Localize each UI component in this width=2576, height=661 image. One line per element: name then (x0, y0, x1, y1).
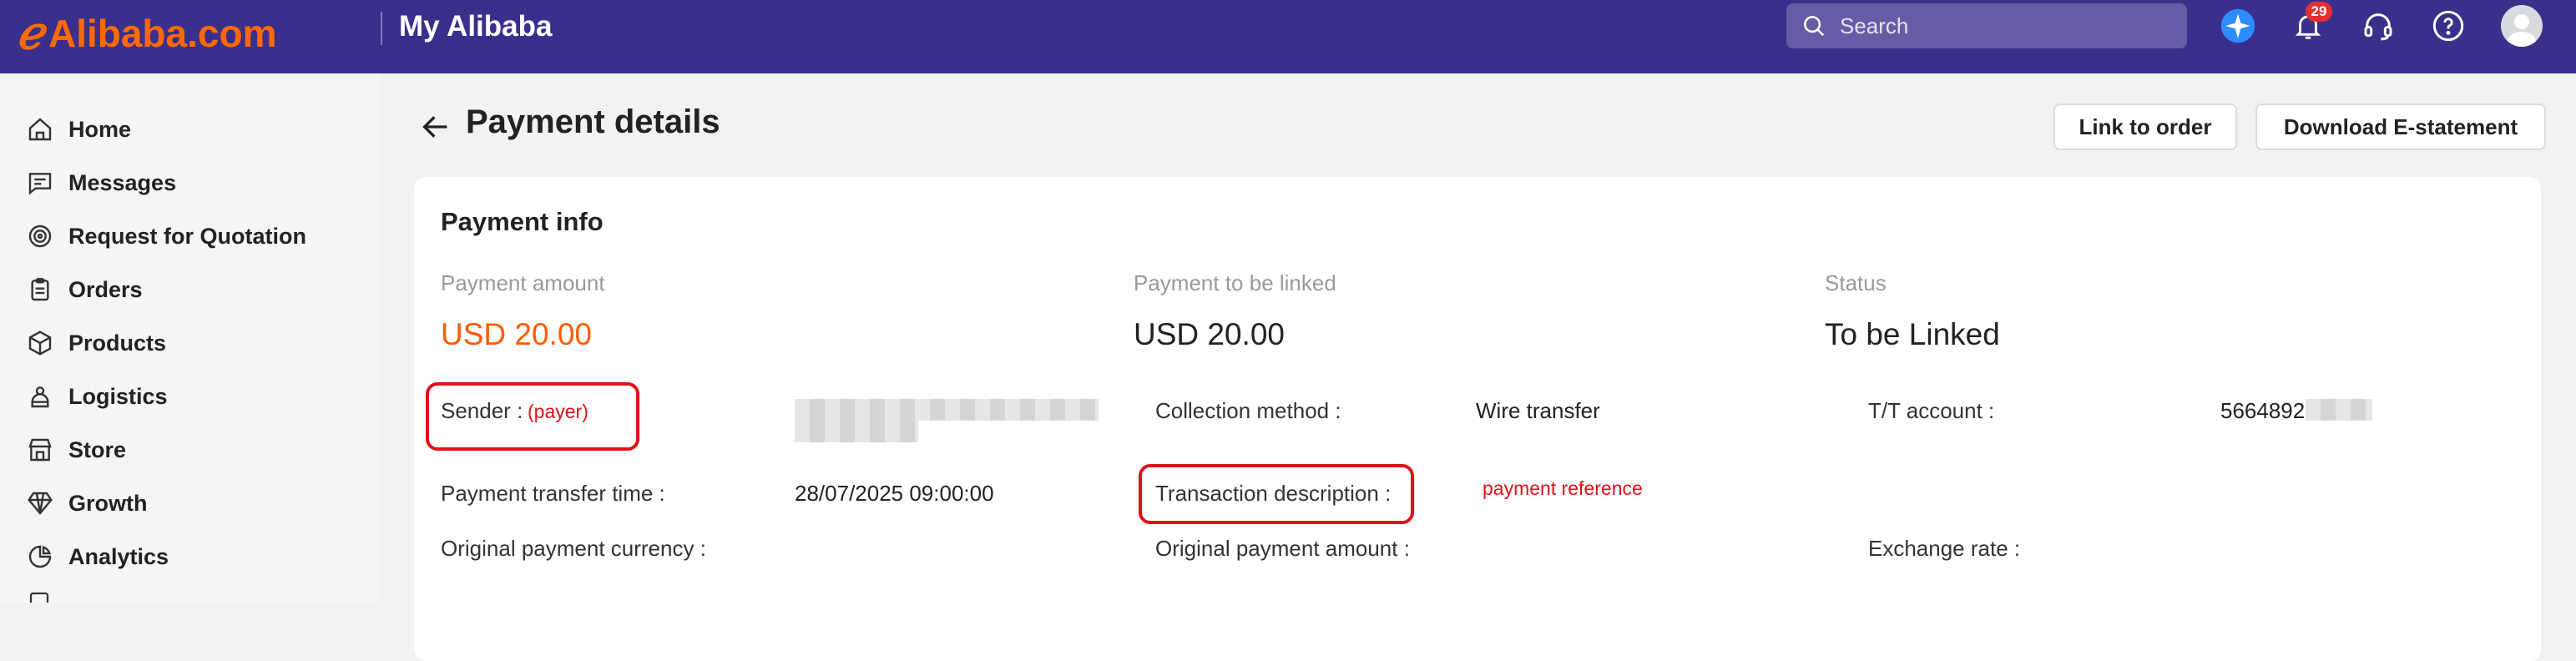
sidebar-item-label: Messages (68, 169, 177, 195)
diamond-icon (28, 492, 53, 515)
sidebar-item-label: Orders (68, 276, 143, 302)
sidebar-item-store[interactable]: Store (27, 431, 126, 468)
sender-annotation: (payer) (528, 401, 588, 422)
sidebar-item-label: Products (68, 330, 167, 356)
app-title[interactable]: My Alibaba (399, 10, 552, 43)
transfer-time-value: 28/07/2025 09:00:00 (795, 481, 994, 506)
transaction-description-label: Transaction description : (1155, 481, 1392, 506)
avatar[interactable] (2501, 5, 2543, 47)
ai-assistant-icon[interactable] (2217, 5, 2259, 47)
collection-method-label: Collection method : (1155, 398, 1341, 423)
payment-info-card: Payment info Payment amount Payment to b… (414, 177, 2541, 661)
sidebar: Home Messages Request for Quotation Orde… (0, 73, 379, 603)
messages-icon (28, 173, 52, 195)
top-navigation-bar: ℯ Alibaba.com My Alibaba 29 (0, 0, 2576, 73)
sidebar-item-home[interactable]: Home (27, 111, 131, 148)
header-divider (381, 12, 382, 45)
back-arrow-icon[interactable] (419, 110, 452, 144)
sidebar-item-logistics[interactable]: Logistics (27, 378, 168, 415)
card-title: Payment info (441, 207, 604, 236)
tt-account-label: T/T account : (1868, 398, 1995, 423)
sender-value-redacted (795, 399, 1099, 421)
sidebar-item-label: Analytics (68, 543, 169, 569)
notification-count-badge: 29 (2306, 2, 2332, 22)
help-icon[interactable] (2427, 5, 2469, 47)
link-to-order-button[interactable]: Link to order (2053, 103, 2237, 150)
sidebar-item-label: Home (68, 116, 132, 142)
status-value: To be Linked (1825, 317, 2000, 351)
alibaba-logo-mark: ℯ (17, 8, 43, 58)
sidebar-item-products[interactable]: Products (27, 325, 166, 361)
alibaba-logo[interactable]: ℯ Alibaba.com (17, 7, 276, 59)
bell-icon[interactable]: 29 (2287, 2, 2332, 47)
tt-account-redacted (2306, 399, 2372, 421)
logistics-icon (31, 386, 49, 408)
sidebar-item-label: Growth (68, 490, 148, 516)
search-box[interactable] (1786, 3, 2187, 48)
sidebar-item-rfq[interactable]: Request for Quotation (27, 218, 306, 255)
home-icon (28, 118, 52, 141)
sender-label: Sender : (441, 398, 523, 423)
user-avatar-icon (2508, 14, 2536, 47)
sidebar-item-growth[interactable]: Growth (27, 485, 148, 522)
headset-icon[interactable] (2357, 5, 2399, 47)
download-e-statement-button[interactable]: Download E-statement (2255, 103, 2546, 150)
sidebar-item-orders[interactable]: Orders (27, 271, 143, 308)
target-icon (28, 225, 52, 248)
original-amount-label: Original payment amount : (1155, 536, 1410, 561)
sidebar-item-label: Request for Quotation (68, 223, 306, 249)
partial-icon (29, 592, 49, 603)
exchange-rate-label: Exchange rate : (1868, 536, 2021, 561)
payment-to-link-value: USD 20.00 (1134, 317, 1285, 351)
collection-method-value: Wire transfer (1476, 398, 1600, 423)
sidebar-item-partial (27, 589, 52, 603)
store-icon (28, 438, 52, 462)
transaction-description-annotation: payment reference (1482, 477, 1643, 499)
payment-to-link-label: Payment to be linked (1134, 270, 1336, 295)
page-title: Payment details (466, 103, 720, 140)
sidebar-item-analytics[interactable]: Analytics (27, 538, 169, 575)
status-label: Status (1825, 270, 1887, 295)
sender-value-redacted-2 (795, 421, 918, 442)
sidebar-item-label: Logistics (68, 383, 168, 409)
main-content: Payment details Link to order Download E… (379, 73, 2576, 661)
clipboard-icon (31, 278, 49, 301)
alibaba-logo-text: Alibaba.com (48, 11, 277, 55)
payment-amount-value: USD 20.00 (441, 317, 592, 351)
sidebar-item-label: Store (68, 436, 127, 462)
original-currency-label: Original payment currency : (441, 536, 706, 561)
search-icon (1804, 16, 1825, 37)
sidebar-item-messages[interactable]: Messages (27, 164, 176, 201)
transfer-time-label: Payment transfer time : (441, 481, 665, 506)
box-icon (28, 330, 52, 356)
tt-account-value: 5664892 (2220, 398, 2306, 423)
search-input[interactable] (1840, 13, 2174, 39)
analytics-icon (28, 545, 52, 568)
payment-amount-label: Payment amount (441, 270, 605, 295)
